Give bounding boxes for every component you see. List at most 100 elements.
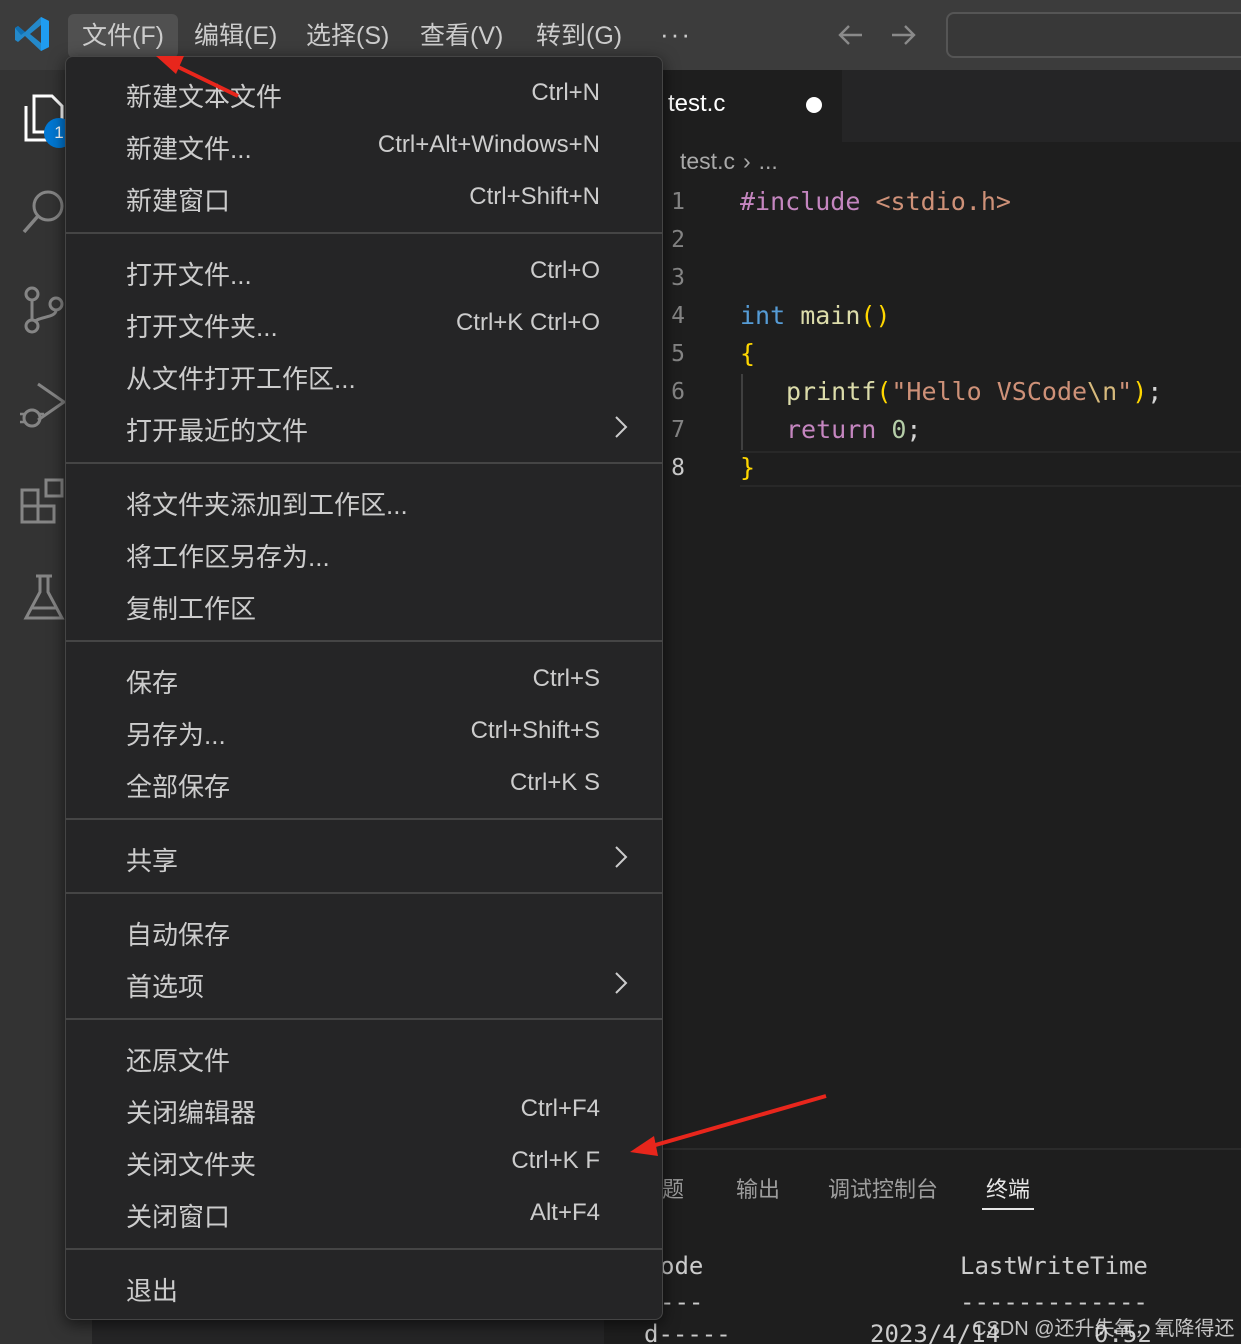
menu-separator [66,892,662,894]
menu-item-label: 将工作区另存为... [126,542,330,572]
menu-item-shortcut: Ctrl+K F [511,1147,600,1174]
line-number: 4 [671,303,685,329]
code-line-8[interactable]: } [740,453,755,482]
code-line-4[interactable]: int main() [740,301,891,330]
menu-item-label: 关闭文件夹 [126,1150,257,1180]
menu-item-share[interactable]: 共享 [66,833,662,881]
menu-item-label: 将文件夹添加到工作区... [126,490,408,520]
menu-item-save-workspace-as[interactable]: 将工作区另存为... [66,529,662,577]
menu-item-shortcut: Ctrl+N [531,79,600,106]
menu-separator [66,462,662,464]
menu-separator [66,232,662,234]
menu-item-label: 共享 [126,846,179,876]
code-token: \n [1087,377,1118,406]
menu-item-save-all[interactable]: 全部保存 Ctrl+K S [66,759,662,807]
menu-go[interactable]: 转到(G) [522,14,636,58]
code-token: ; [906,415,922,444]
run-debug-icon[interactable] [16,376,72,432]
menu-item-label: 打开文件... [126,260,252,290]
menu-item-close-editor[interactable]: 关闭编辑器 Ctrl+F4 [66,1085,662,1133]
panel-tab-terminal[interactable]: 终端 [986,1172,1030,1204]
command-center-search[interactable] [946,12,1241,58]
code-token: return [786,415,877,444]
file-menu-dropdown: 新建文本文件 Ctrl+N 新建文件... Ctrl+Alt+Windows+N… [65,56,663,1320]
menu-item-label: 全部保存 [126,772,231,802]
testing-flask-icon[interactable] [16,570,72,626]
menu-item-save[interactable]: 保存 Ctrl+S [66,655,662,703]
line-number: 1 [671,189,685,215]
terminal-text: ode [660,1252,704,1280]
line-number: 3 [671,265,685,291]
menu-item-open-recent[interactable]: 打开最近的文件 [66,403,662,451]
code-line-6[interactable]: printf("Hello VSCode\n"); [786,377,1162,406]
menu-item-preferences[interactable]: 首选项 [66,959,662,1007]
code-line-5[interactable]: { [740,339,755,368]
menu-item-add-folder-to-workspace[interactable]: 将文件夹添加到工作区... [66,477,662,525]
code-line-1[interactable]: #include <stdio.h> [740,187,1011,216]
menu-item-shortcut: Ctrl+Shift+S [470,717,600,744]
menu-item-label: 关闭编辑器 [126,1098,257,1128]
unsaved-dot-icon[interactable] [806,97,822,113]
tab-label[interactable]: test.c [668,90,725,118]
code-token: " [1117,377,1133,406]
code-token: { [740,339,756,368]
code-token: "Hello VSCode [891,377,1088,406]
menu-separator [66,1248,662,1250]
menu-item-shortcut: Ctrl+K Ctrl+O [455,309,600,336]
code-token: ; [1147,377,1163,406]
code-token: ) [1132,377,1148,406]
menu-item-save-as[interactable]: 另存为... Ctrl+Shift+S [66,707,662,755]
indent-guide [741,374,743,450]
back-arrow-icon[interactable] [834,18,868,52]
menu-edit[interactable]: 编辑(E) [180,14,291,58]
panel-tab-output[interactable]: 输出 [736,1172,780,1204]
chevron-right-icon [615,846,628,868]
search-icon[interactable] [16,184,72,240]
menu-item-new-file[interactable]: 新建文件... Ctrl+Alt+Windows+N [66,121,662,169]
menu-item-open-file[interactable]: 打开文件... Ctrl+O [66,247,662,295]
more-menu-button[interactable]: ··· [660,14,692,58]
menu-item-open-folder[interactable]: 打开文件夹... Ctrl+K Ctrl+O [66,299,662,347]
source-control-icon[interactable] [16,282,72,338]
menu-item-label: 新建文件... [126,134,252,164]
panel-tab-debug-console[interactable]: 调试控制台 [828,1172,938,1204]
breadcrumb-file[interactable]: test.c [680,148,735,174]
active-tab-indicator [982,1208,1034,1210]
menu-item-exit[interactable]: 退出 [66,1263,662,1311]
forward-arrow-icon[interactable] [886,18,920,52]
menu-item-shortcut: Ctrl+Shift+N [469,183,600,210]
menu-item-new-window[interactable]: 新建窗口 Ctrl+Shift+N [66,173,662,221]
chevron-right-icon [615,416,628,438]
extensions-icon[interactable] [16,474,72,530]
menu-item-label: 新建文本文件 [126,82,283,112]
menu-item-close-window[interactable]: 关闭窗口 Alt+F4 [66,1189,662,1237]
menu-item-new-text-file[interactable]: 新建文本文件 Ctrl+N [66,69,662,117]
code-token: <stdio.h> [860,187,1011,216]
code-token: printf [786,377,877,406]
breadcrumb: test.c ›... [680,148,778,175]
code-token: } [740,453,756,482]
menu-item-shortcut: Ctrl+F4 [520,1095,600,1122]
editor-area [604,70,1241,1148]
menu-item-revert-file[interactable]: 还原文件 [66,1033,662,1081]
line-number-current: 8 [671,455,685,481]
menu-item-label: 保存 [126,668,179,698]
menu-item-label: 首选项 [126,972,205,1002]
menu-item-open-workspace-from-file[interactable]: 从文件打开工作区... [66,351,662,399]
menu-item-label: 自动保存 [126,920,231,950]
panel-tab-problems[interactable]: 题 [662,1172,684,1204]
code-token: ( [876,377,892,406]
menu-item-close-folder[interactable]: 关闭文件夹 Ctrl+K F [66,1137,662,1185]
menu-selection[interactable]: 选择(S) [292,14,403,58]
line-number: 7 [671,417,685,443]
code-token: main [785,301,861,330]
breadcrumb-more[interactable]: ... [759,148,778,174]
menu-item-duplicate-workspace[interactable]: 复制工作区 [66,581,662,629]
line-number: 6 [671,379,685,405]
menu-item-label: 另存为... [126,720,226,750]
menu-file[interactable]: 文件(F) [68,14,178,58]
vscode-logo-icon [15,17,49,51]
menu-view[interactable]: 查看(V) [406,14,517,58]
menu-item-auto-save[interactable]: 自动保存 [66,907,662,955]
code-line-7[interactable]: return 0; [786,415,921,444]
